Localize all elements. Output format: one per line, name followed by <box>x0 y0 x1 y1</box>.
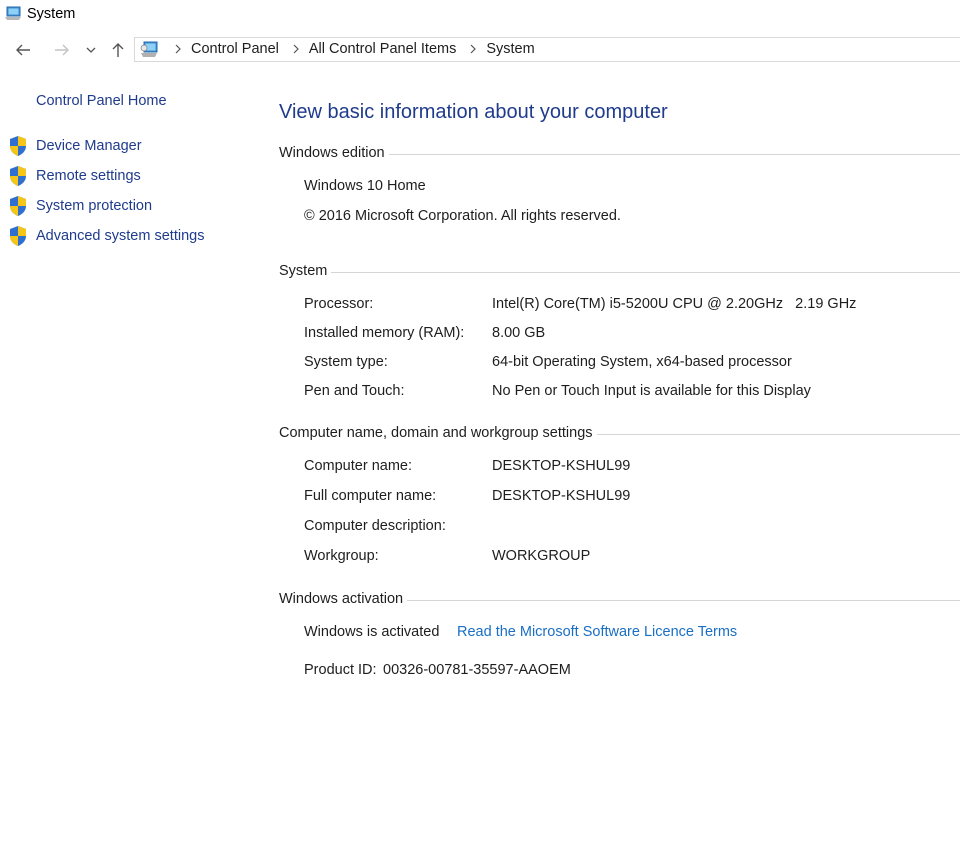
section-divider <box>388 153 960 155</box>
product-id-label: Product ID: <box>304 662 377 678</box>
shield-icon <box>8 225 28 247</box>
system-type-label: System type: <box>304 354 388 370</box>
sidebar-item-remote-settings[interactable]: Remote settings <box>8 164 141 188</box>
copyright-text: © 2016 Microsoft Corporation. All rights… <box>304 208 621 224</box>
full-computer-name-label: Full computer name: <box>304 488 437 504</box>
title-bar: System <box>0 0 960 30</box>
memory-value: 8.00 GB <box>492 325 546 341</box>
section-divider <box>331 271 960 273</box>
sidebar-item-advanced-system-settings[interactable]: Advanced system settings <box>8 224 204 248</box>
sidebar-item-label: Advanced system settings <box>36 228 205 244</box>
chevron-right-icon[interactable] <box>169 44 187 54</box>
page-title: View basic information about your comput… <box>279 101 668 123</box>
workgroup-value: WORKGROUP <box>492 548 591 564</box>
product-id-value: 00326-00781-35597-AAOEM <box>383 662 571 678</box>
memory-label: Installed memory (RAM): <box>304 325 465 341</box>
section-title: System <box>279 263 328 279</box>
sidebar-item-device-manager[interactable]: Device Manager <box>8 134 142 158</box>
breadcrumb-all-items[interactable]: All Control Panel Items <box>309 41 456 57</box>
processor-value: Intel(R) Core(TM) i5-5200U CPU @ 2.20GHz… <box>492 296 857 312</box>
computer-name-label: Computer name: <box>304 458 412 474</box>
chevron-right-icon[interactable] <box>287 44 305 54</box>
system-window: System Control Panel All Control Panel I… <box>0 0 960 864</box>
breadcrumb-control-panel[interactable]: Control Panel <box>191 41 279 57</box>
system-type-value: 64-bit Operating System, x64-based proce… <box>492 354 792 370</box>
full-computer-name-value: DESKTOP-KSHUL99 <box>492 488 631 504</box>
section-title: Computer name, domain and workgroup sett… <box>279 425 593 441</box>
window-title: System <box>27 6 76 22</box>
edition-name: Windows 10 Home <box>304 178 426 194</box>
breadcrumb: Control Panel All Control Panel Items Sy… <box>165 41 535 57</box>
computer-description-label: Computer description: <box>304 518 446 534</box>
forward-arrow-icon[interactable] <box>50 38 74 62</box>
computer-name-value: DESKTOP-KSHUL99 <box>492 458 631 474</box>
workgroup-label: Workgroup: <box>304 548 379 564</box>
breadcrumb-system[interactable]: System <box>486 41 534 57</box>
recent-locations-chevron-icon[interactable] <box>81 38 101 62</box>
shield-icon <box>8 165 28 187</box>
sidebar: Control Panel Home Device Manager Remote <box>0 64 260 864</box>
section-divider <box>407 599 960 601</box>
sidebar-item-system-protection[interactable]: System protection <box>8 194 152 218</box>
control-panel-icon <box>139 41 159 59</box>
section-title: Windows edition <box>279 145 385 161</box>
section-system: System <box>279 263 960 279</box>
up-arrow-icon[interactable] <box>106 38 130 62</box>
sidebar-item-label: System protection <box>36 198 153 214</box>
back-arrow-icon[interactable] <box>11 38 35 62</box>
section-title: Windows activation <box>279 591 404 607</box>
pen-touch-label: Pen and Touch: <box>304 383 405 399</box>
sidebar-item-label: Remote settings <box>36 168 141 184</box>
navigation-bar: Control Panel All Control Panel Items Sy… <box>0 36 960 64</box>
license-terms-link[interactable]: Read the Microsoft Software Licence Term… <box>457 624 737 640</box>
section-windows-edition: Windows edition <box>279 145 960 161</box>
address-bar[interactable]: Control Panel All Control Panel Items Sy… <box>134 37 960 62</box>
section-windows-activation: Windows activation <box>279 591 960 607</box>
section-divider <box>596 433 960 435</box>
shield-icon <box>8 135 28 157</box>
pen-touch-value: No Pen or Touch Input is available for t… <box>492 383 811 399</box>
sidebar-item-label: Device Manager <box>36 138 142 154</box>
processor-label: Processor: <box>304 296 374 312</box>
chevron-right-icon[interactable] <box>464 44 482 54</box>
section-computer-name: Computer name, domain and workgroup sett… <box>279 425 960 441</box>
control-panel-home-link[interactable]: Control Panel Home <box>36 93 167 109</box>
system-icon <box>4 6 22 22</box>
shield-icon <box>8 195 28 217</box>
activation-status: Windows is activated <box>304 624 440 640</box>
